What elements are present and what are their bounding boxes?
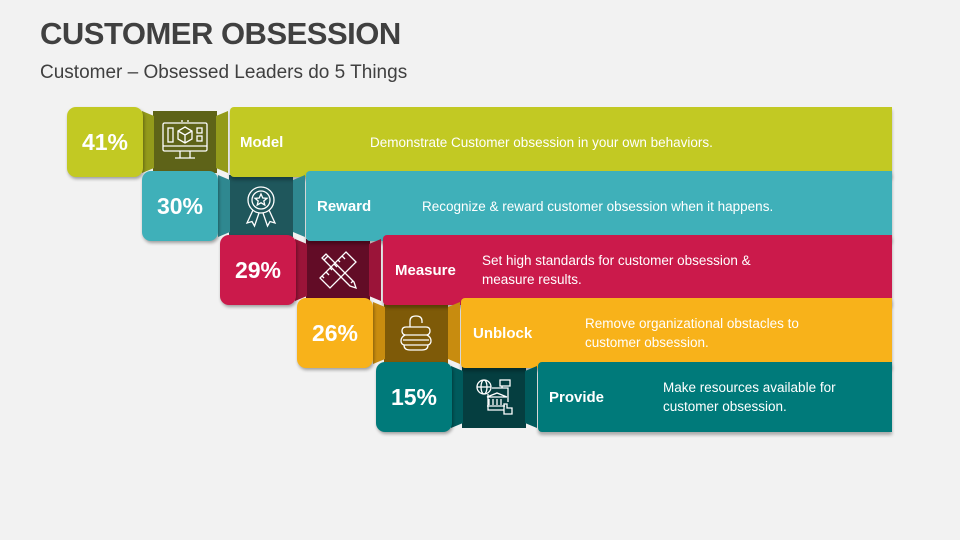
step-label: Reward: [317, 197, 372, 215]
icon-box: [462, 366, 526, 428]
step-percent: 30%: [142, 171, 218, 241]
fold-left: [373, 302, 385, 364]
step-description: Demonstrate Customer obsession in your o…: [370, 134, 713, 150]
step-label: Model: [240, 133, 284, 151]
fold-left: [451, 366, 463, 428]
step-label: Measure: [395, 261, 456, 279]
pencil-ruler-icon: [316, 248, 360, 292]
award-ribbon-icon: [241, 183, 281, 229]
icon-box: [306, 239, 370, 301]
step-percent: 15%: [376, 362, 452, 432]
step-row: 30% Reward Recognize & reward customer o…: [142, 171, 892, 241]
fold-left: [295, 239, 307, 301]
fold-left: [142, 111, 154, 173]
global-resources-icon: [474, 377, 514, 417]
step-percent: 41%: [67, 107, 143, 177]
step-row: 41% Model Demonstrate Customer obsession…: [67, 107, 892, 177]
step-row: 26% Unblock Remove organizational obstac…: [297, 298, 892, 368]
step-description: Set high standards for customer obsessio…: [482, 253, 751, 287]
icon-box: [229, 175, 293, 237]
step-description: Remove organizational obstacles to custo…: [585, 316, 799, 350]
step-row: 15% Provide Make resources available for…: [376, 362, 892, 432]
fold-right: [216, 111, 228, 173]
fold-left: [218, 175, 230, 237]
page-title: CUSTOMER OBSESSION: [40, 16, 401, 51]
fold-right: [448, 302, 460, 364]
step-percent: 26%: [297, 298, 373, 368]
page-subtitle: Customer – Obsessed Leaders do 5 Things: [40, 62, 408, 83]
step-label: Unblock: [473, 324, 533, 342]
fold-right: [369, 239, 381, 301]
step-label: Provide: [549, 388, 605, 406]
unlocked-padlock-icon: [396, 313, 436, 353]
fold-right: [525, 366, 537, 428]
step-row: 29% Measure Set high standards for custo…: [220, 235, 892, 305]
step-description: Recognize & reward customer obsession wh…: [422, 198, 774, 214]
step-description: Make resources available for customer ob…: [663, 380, 836, 414]
step-percent: 29%: [220, 235, 296, 305]
icon-box: [153, 111, 217, 173]
monitor-3d-cube-icon: [160, 119, 210, 165]
fold-right: [293, 175, 305, 237]
icon-box: [384, 302, 448, 364]
